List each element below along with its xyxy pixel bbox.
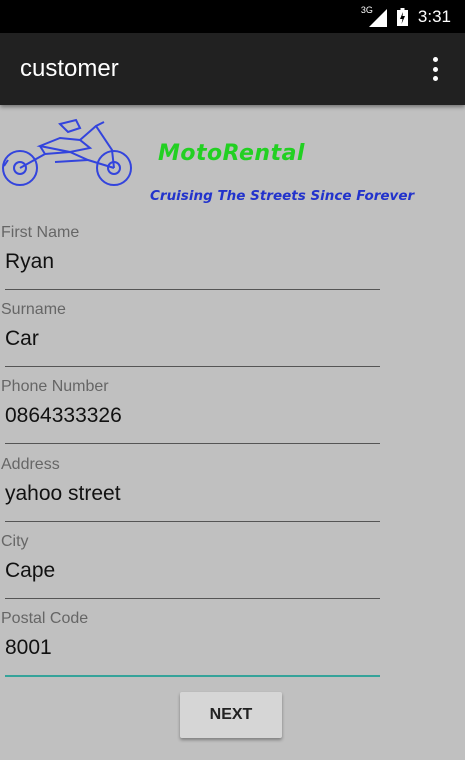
phone-number-label: Phone Number — [1, 378, 109, 395]
phone-number-underline — [5, 443, 380, 444]
next-button[interactable]: NEXT — [180, 692, 282, 738]
brand-name: MotoRental — [158, 141, 305, 166]
address-input[interactable]: yahoo street — [5, 482, 121, 506]
app-bar: customer — [0, 33, 465, 105]
brand-tagline: Cruising The Streets Since Forever — [150, 188, 415, 204]
surname-underline — [5, 366, 380, 367]
first-name-label: First Name — [1, 224, 80, 241]
app-title: customer — [20, 55, 119, 82]
battery-charging-icon — [396, 8, 408, 26]
first-name-input[interactable]: Ryan — [5, 250, 54, 274]
postal-code-input[interactable]: 8001 — [5, 636, 52, 660]
network-type: 3G — [360, 5, 373, 15]
city-label: City — [1, 533, 29, 550]
overflow-menu-icon[interactable] — [425, 57, 445, 81]
city-underline — [5, 598, 380, 599]
postal-code-underline — [5, 675, 380, 677]
first-name-underline — [5, 289, 380, 290]
address-underline — [5, 521, 380, 522]
status-bar: 3G 3:31 — [0, 0, 465, 33]
postal-code-label: Postal Code — [1, 610, 89, 627]
address-label: Address — [1, 456, 60, 473]
surname-label: Surname — [1, 301, 66, 318]
phone-number-input[interactable]: 0864333326 — [5, 404, 122, 428]
clock: 3:31 — [417, 7, 451, 26]
motorcycle-icon — [2, 118, 132, 186]
signal-icon: 3G — [361, 5, 387, 27]
surname-input[interactable]: Car — [5, 327, 39, 351]
city-input[interactable]: Cape — [5, 559, 55, 583]
